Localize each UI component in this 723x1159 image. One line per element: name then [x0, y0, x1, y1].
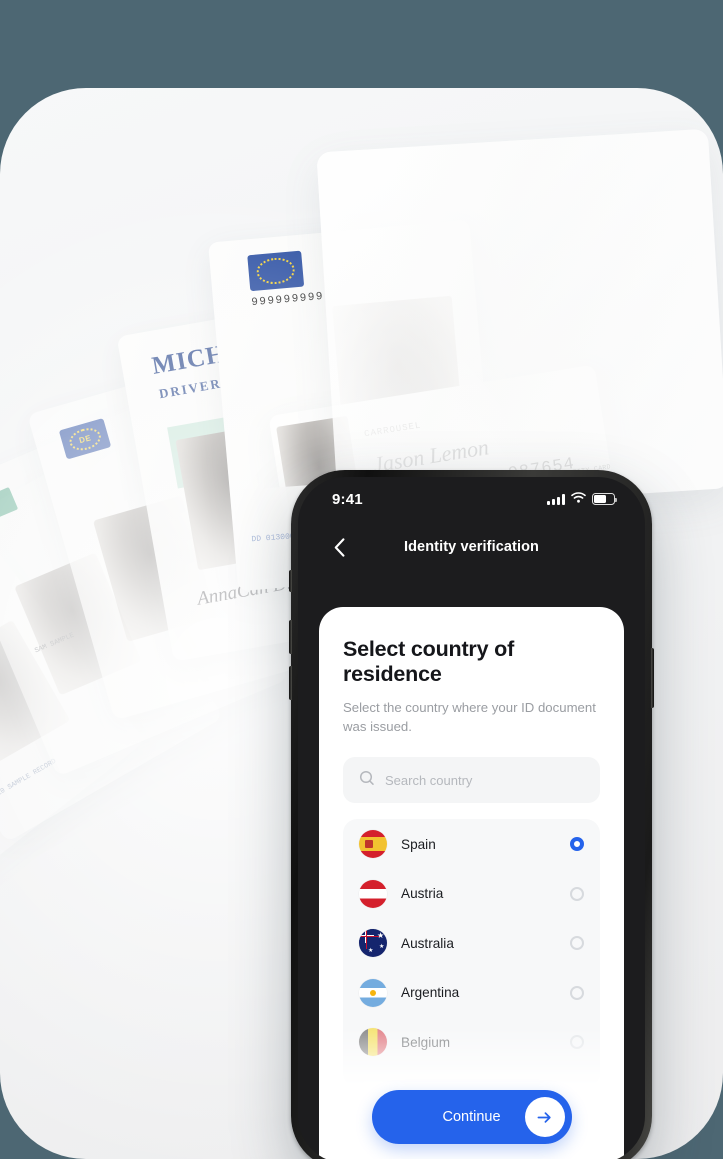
country-name: Spain	[401, 836, 436, 852]
chevron-left-icon	[334, 537, 344, 557]
wifi-icon	[571, 490, 586, 508]
search-input[interactable]: Search country	[343, 757, 600, 804]
volume-down-button[interactable]	[289, 666, 292, 700]
back-button[interactable]	[326, 534, 352, 560]
eu-stars-icon	[255, 256, 296, 286]
status-bar: 9:41	[298, 477, 645, 521]
radio-button-australia[interactable]	[570, 936, 584, 951]
radio-button-belgium[interactable]	[570, 1035, 584, 1050]
status-bar-time: 9:41	[332, 490, 363, 508]
country-name: Belgium	[401, 1034, 451, 1050]
sheet-subtitle: Select the country where your ID documen…	[343, 700, 596, 735]
country-selection-sheet: Select country of residence Select the c…	[319, 607, 624, 1159]
country-list[interactable]: Spain Austria ★ ★ ★ Australia Argentina Belgium…	[343, 819, 600, 1088]
card-sheen	[0, 393, 289, 777]
country-name: Austria	[401, 886, 444, 902]
card-portrait	[0, 619, 71, 764]
card-portrait	[331, 295, 467, 472]
cellular-bars-icon	[547, 493, 565, 505]
radio-button-austria[interactable]	[570, 886, 584, 901]
flag-icon-spain	[359, 830, 387, 859]
continue-button-label: Continue	[442, 1109, 501, 1125]
arrow-right-icon	[524, 1097, 565, 1137]
flag-icon-argentina	[359, 978, 387, 1007]
card-region-code: DE	[77, 432, 93, 445]
mute-switch-button[interactable]	[289, 570, 292, 592]
sheet-title: Select country of residence	[343, 637, 515, 686]
country-row-argentina[interactable]: Argentina	[343, 968, 600, 1018]
flag-icon-belgium	[359, 1028, 387, 1057]
card-portrait	[175, 423, 295, 571]
card-title: MICHIGAN	[149, 328, 297, 380]
country-name: Australia	[401, 935, 454, 951]
country-row-spain[interactable]: Spain	[343, 819, 600, 869]
status-bar-icons	[547, 490, 618, 508]
phone-screen: 9:41 Identity verification Select countr…	[298, 477, 645, 1159]
volume-up-button[interactable]	[289, 620, 292, 654]
flag-icon-austria	[359, 879, 387, 908]
id-card-back-1	[0, 504, 146, 895]
card-left-name-line2: 10 SAMPLE RECORD	[0, 757, 58, 799]
country-row-australia[interactable]: ★ ★ ★ Australia	[343, 918, 600, 968]
eu-flag-icon: DE	[58, 417, 112, 460]
card-portrait	[92, 495, 217, 642]
id-card-back-3: SAM SAMPLE	[0, 393, 289, 777]
card-left-name-line1: SAM SAMPLE	[33, 631, 76, 656]
search-placeholder: Search country	[385, 772, 473, 788]
country-row-belgium[interactable]: Belgium	[343, 1017, 600, 1067]
eu-stars-icon	[66, 424, 104, 454]
phone-device-frame: 9:41 Identity verification Select countr…	[289, 470, 654, 1159]
card-sheen	[316, 128, 723, 512]
radio-button-argentina[interactable]	[570, 985, 584, 1000]
page-title: Identity verification	[403, 539, 540, 555]
continue-bar: Continue	[319, 1071, 624, 1159]
card-subtitle: DRIVER LICENSE	[157, 362, 298, 402]
power-button[interactable]	[651, 648, 654, 708]
search-icon	[359, 770, 375, 791]
card-id-number: 999999999	[250, 290, 325, 310]
country-row-austria[interactable]: Austria	[343, 869, 600, 919]
id-card-translucent-overlay	[316, 128, 723, 512]
id-card-back-2: J 10 SAMPLE RECORD	[0, 457, 224, 843]
card-sheen	[0, 504, 146, 895]
battery-icon	[592, 493, 618, 505]
card-sheen	[0, 457, 224, 843]
card-surname: CARROUSEL	[363, 420, 423, 440]
country-name: Argentina	[401, 985, 460, 1001]
flag-icon-australia: ★ ★ ★	[359, 929, 387, 958]
card-chip-icon	[0, 487, 19, 527]
radio-button-spain[interactable]	[570, 837, 584, 852]
card-mint-band	[167, 407, 295, 489]
eu-flag-icon	[247, 250, 305, 292]
nav-bar: Identity verification	[298, 521, 645, 573]
continue-button[interactable]: Continue	[371, 1090, 572, 1144]
card-portrait	[14, 552, 142, 696]
